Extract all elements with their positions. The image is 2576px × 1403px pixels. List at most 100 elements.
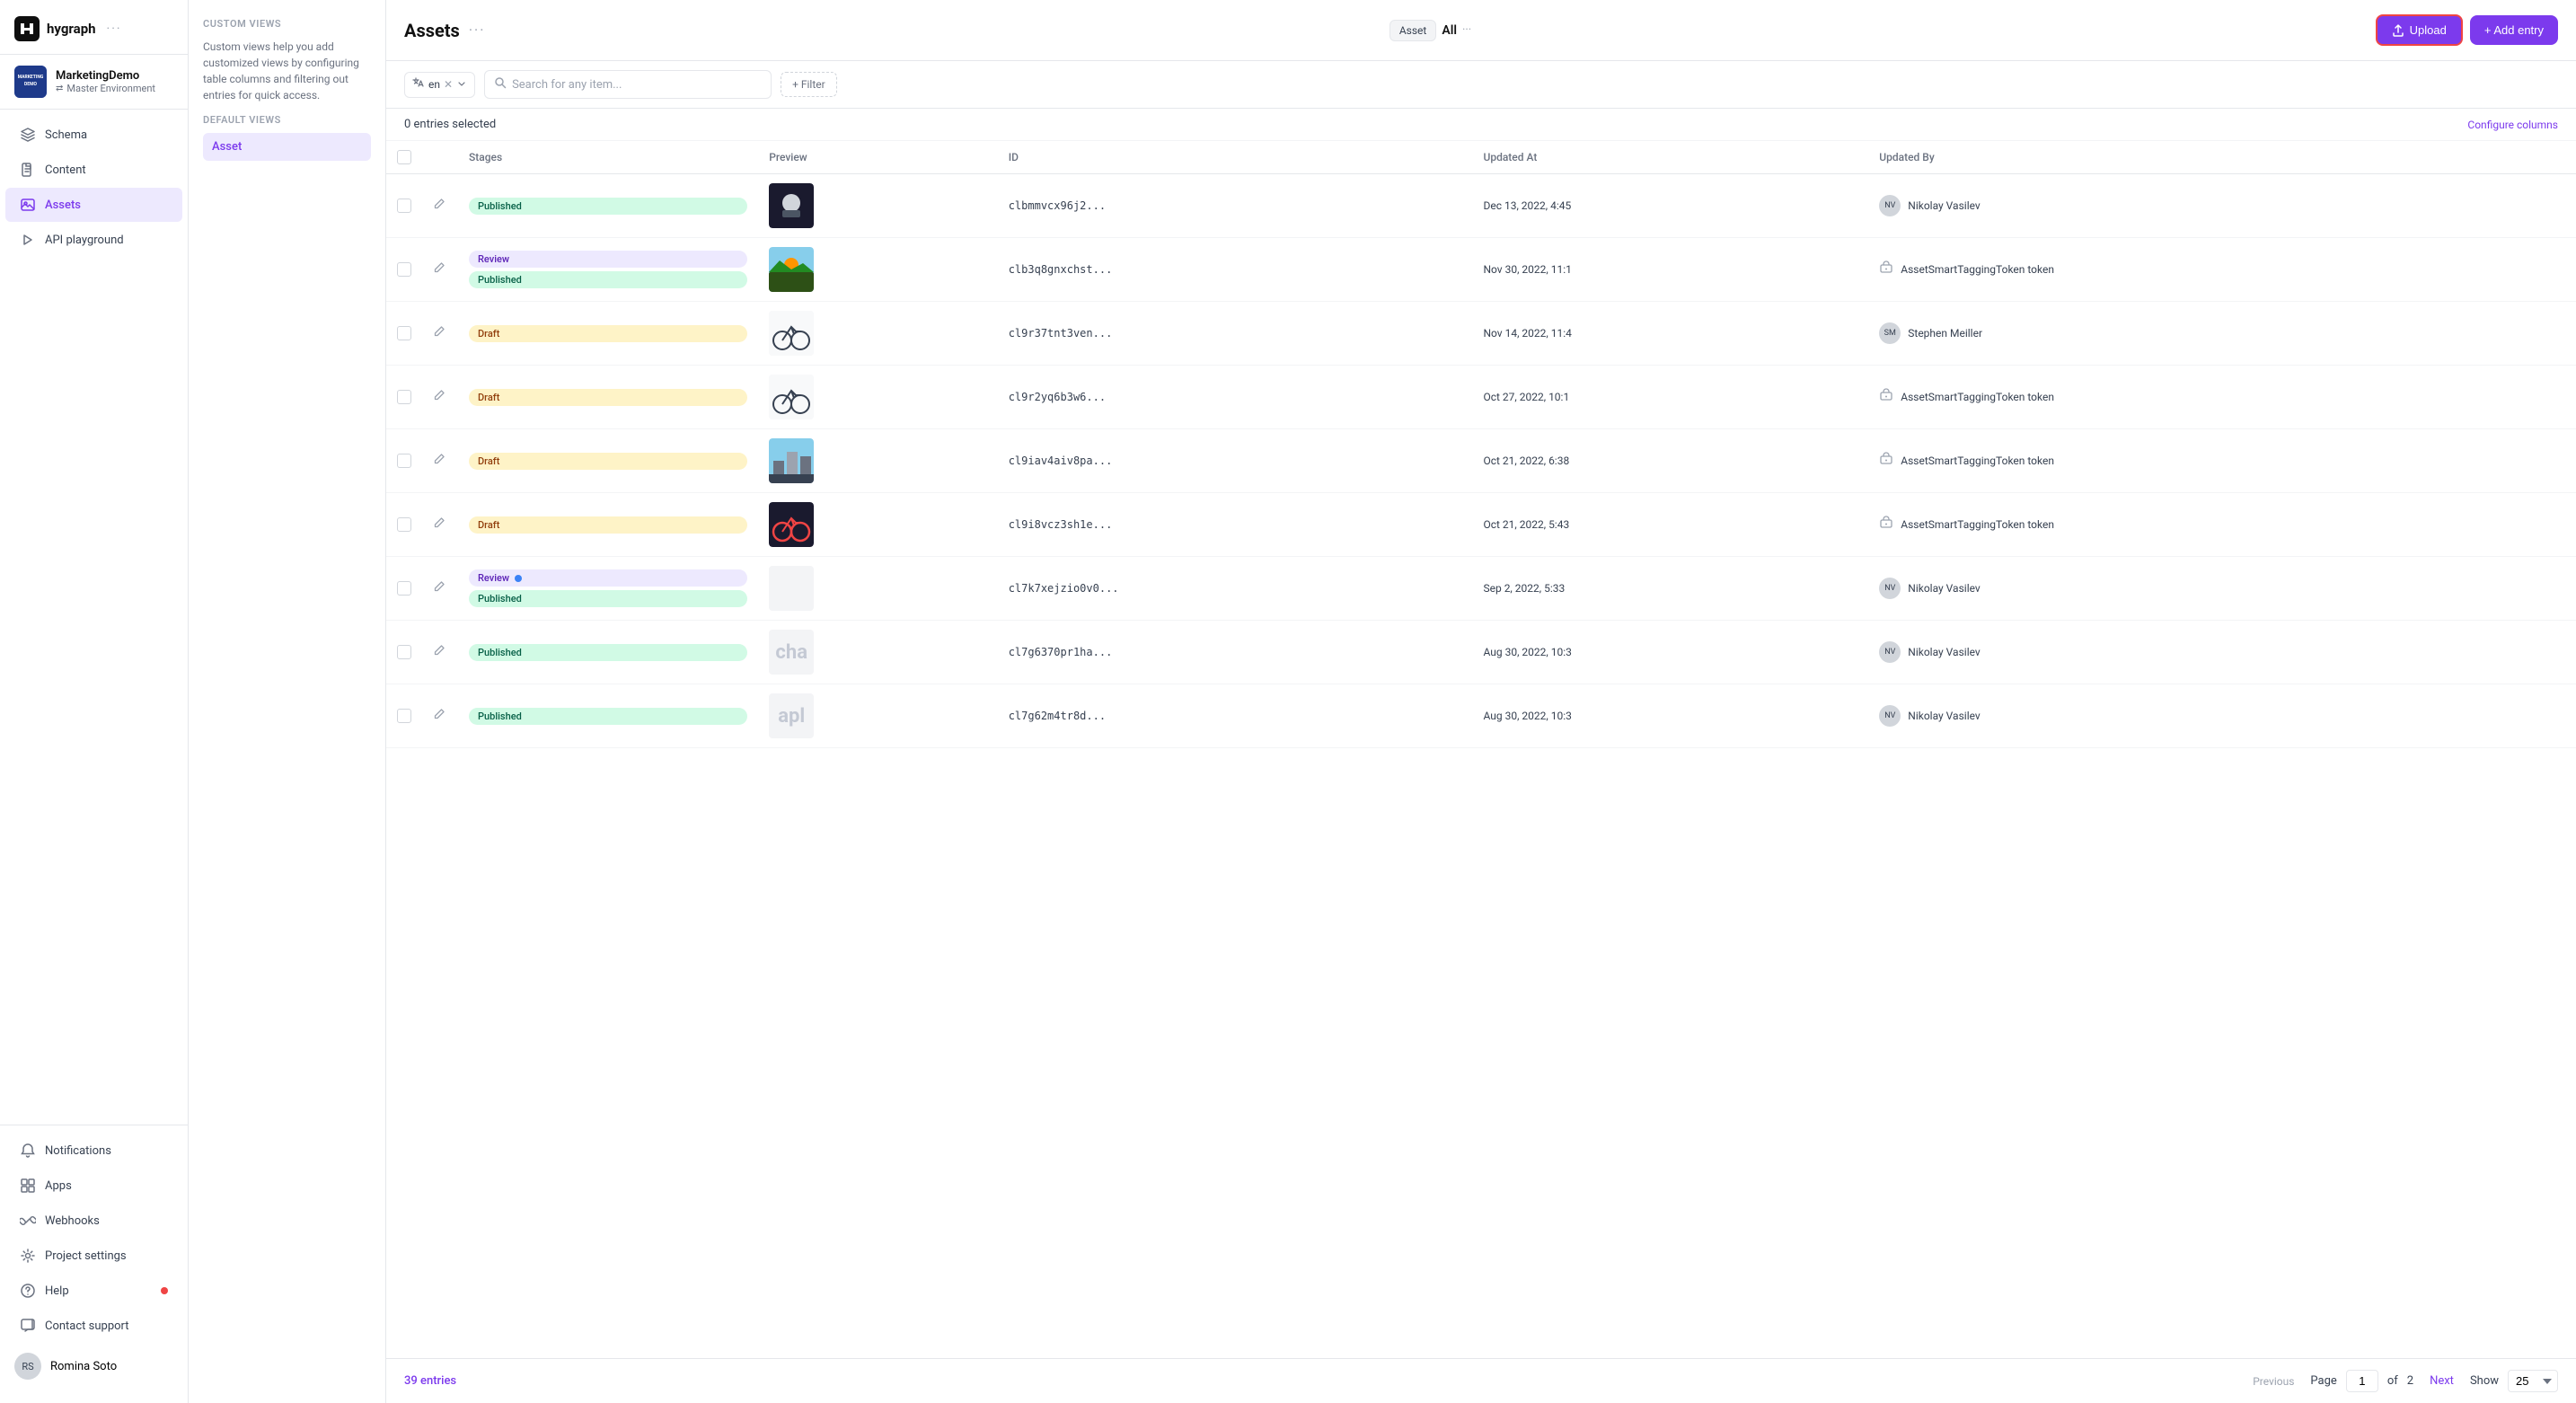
updated-by-cell: NVNikolay Vasilev [1879, 641, 2565, 663]
edit-icon-8[interactable] [433, 710, 446, 724]
preview-text-value: cha [775, 641, 807, 664]
edit-icon-2[interactable] [433, 328, 446, 341]
logo-dots[interactable]: ··· [107, 22, 122, 36]
add-entry-button[interactable]: + Add entry [2470, 15, 2558, 45]
row-checkbox-4[interactable] [397, 454, 411, 468]
tab-more-dots[interactable]: ··· [1462, 23, 1471, 37]
row-checkbox-6[interactable] [397, 581, 411, 596]
view-item-asset[interactable]: Asset [203, 133, 371, 161]
updated-by-cell: NVNikolay Vasilev [1879, 705, 2565, 727]
stage-badge: Published [469, 708, 747, 725]
tab-all[interactable]: All [1442, 23, 1457, 38]
next-page-button[interactable]: Next [2422, 1371, 2461, 1391]
preview-thumbnail [769, 502, 814, 547]
search-input[interactable]: Search for any item... [484, 70, 772, 99]
updater-avatar: NV [1879, 705, 1901, 727]
sidebar-item-contact-support-label: Contact support [45, 1319, 129, 1333]
sidebar-item-help-label: Help [45, 1284, 69, 1298]
edit-icon-5[interactable] [433, 519, 446, 533]
user-name: Romina Soto [50, 1360, 117, 1373]
sidebar-item-api[interactable]: API playground [5, 223, 182, 257]
col-stages[interactable]: Stages [458, 141, 758, 174]
previous-page-button[interactable]: Previous [2245, 1372, 2301, 1391]
stage-badge: Review [469, 569, 747, 587]
header-more-dots[interactable]: ··· [469, 22, 486, 39]
select-all-checkbox[interactable] [397, 150, 411, 164]
svg-text:MARKETING: MARKETING [18, 75, 44, 80]
row-checkbox-1[interactable] [397, 262, 411, 277]
table-footer: 39 entries Previous Page of 2 Next Show … [386, 1358, 2576, 1403]
sidebar-item-schema-label: Schema [45, 128, 87, 142]
upload-button-label: Upload [2410, 23, 2447, 37]
header-left: Assets ··· [404, 20, 485, 41]
col-edit [422, 141, 458, 174]
project-avatar: MARKETING DEMO [14, 66, 47, 98]
page-label: Page [2310, 1374, 2336, 1388]
stages-cell: Published [469, 708, 747, 725]
configure-columns-button[interactable]: Configure columns [2467, 119, 2558, 131]
edit-icon-0[interactable] [433, 200, 446, 214]
updater-name: Nikolay Vasilev [1908, 646, 1980, 658]
bell-icon [20, 1143, 36, 1159]
row-checkbox-7[interactable] [397, 645, 411, 659]
sidebar-item-contact-support[interactable]: Contact support [5, 1309, 182, 1343]
entry-id: cl9i8vcz3sh1e... [1009, 518, 1113, 531]
updater-name: AssetSmartTaggingToken token [1901, 263, 2054, 276]
user-profile[interactable]: RS Romina Soto [0, 1344, 188, 1389]
sidebar-item-notifications-label: Notifications [45, 1144, 111, 1158]
updated-by-cell: AssetSmartTaggingToken token [1879, 516, 2565, 534]
col-updated-at[interactable]: Updated At [1472, 141, 1868, 174]
edit-icon-3[interactable] [433, 392, 446, 405]
sidebar-item-content[interactable]: Content [5, 153, 182, 187]
entry-id: clb3q8gnxchst... [1009, 263, 1113, 276]
table-row: Publishedclbmmvcx96j2...Dec 13, 2022, 4:… [386, 174, 2576, 238]
upload-button[interactable]: Upload [2376, 14, 2463, 46]
edit-icon-4[interactable] [433, 455, 446, 469]
tab-asset[interactable]: Asset [1389, 20, 1437, 41]
col-updated-by[interactable]: Updated By [1868, 141, 2576, 174]
link-icon [20, 1213, 36, 1229]
preview-thumbnail: apl [769, 693, 814, 738]
sidebar-item-assets-label: Assets [45, 199, 81, 212]
stages-cell: ReviewPublished [469, 251, 747, 288]
sidebar-item-apps-label: Apps [45, 1179, 72, 1193]
default-views-title: DEFAULT VIEWS [203, 114, 371, 126]
updater-avatar: SM [1879, 322, 1901, 344]
updated-at-value: Dec 13, 2022, 4:45 [1483, 199, 1571, 212]
selected-count-label: 0 entries selected [404, 118, 496, 131]
updater-name: AssetSmartTaggingToken token [1901, 518, 2054, 531]
sidebar-item-notifications[interactable]: Notifications [5, 1134, 182, 1168]
show-per-page-select[interactable]: 25 50 100 [2508, 1370, 2558, 1392]
settings-icon [20, 1248, 36, 1264]
sidebar-item-help[interactable]: Help [5, 1274, 182, 1308]
language-clear[interactable]: ✕ [444, 78, 453, 91]
sidebar-item-apps[interactable]: Apps [5, 1169, 182, 1203]
row-checkbox-2[interactable] [397, 326, 411, 340]
sidebar-item-api-label: API playground [45, 234, 124, 247]
edit-icon-6[interactable] [433, 583, 446, 596]
filter-button[interactable]: + Filter [781, 72, 837, 97]
project-info[interactable]: MARKETING DEMO MarketingDemo ⇄ Master En… [0, 55, 188, 110]
table-header-row: Stages Preview ID Updated At Updated By [386, 141, 2576, 174]
edit-icon-1[interactable] [433, 264, 446, 278]
sidebar-item-schema[interactable]: Schema [5, 118, 182, 152]
sidebar-item-webhooks[interactable]: Webhooks [5, 1204, 182, 1238]
col-checkbox [386, 141, 422, 174]
stages-cell: Review Published [469, 569, 747, 607]
row-checkbox-8[interactable] [397, 709, 411, 723]
stages-cell: Draft [469, 389, 747, 406]
col-id[interactable]: ID [998, 141, 1473, 174]
row-checkbox-3[interactable] [397, 390, 411, 404]
stages-cell: Draft [469, 325, 747, 342]
sidebar-item-assets[interactable]: Assets [5, 188, 182, 222]
row-checkbox-5[interactable] [397, 517, 411, 532]
row-checkbox-0[interactable] [397, 199, 411, 213]
stages-cell: Draft [469, 516, 747, 534]
message-square-icon [20, 1318, 36, 1334]
page-number-input[interactable] [2346, 1370, 2378, 1392]
language-selector[interactable]: en ✕ [404, 72, 475, 98]
hygraph-logo-icon [14, 16, 40, 41]
updater-name: AssetSmartTaggingToken token [1901, 391, 2054, 403]
edit-icon-7[interactable] [433, 647, 446, 660]
sidebar-item-project-settings[interactable]: Project settings [5, 1239, 182, 1273]
